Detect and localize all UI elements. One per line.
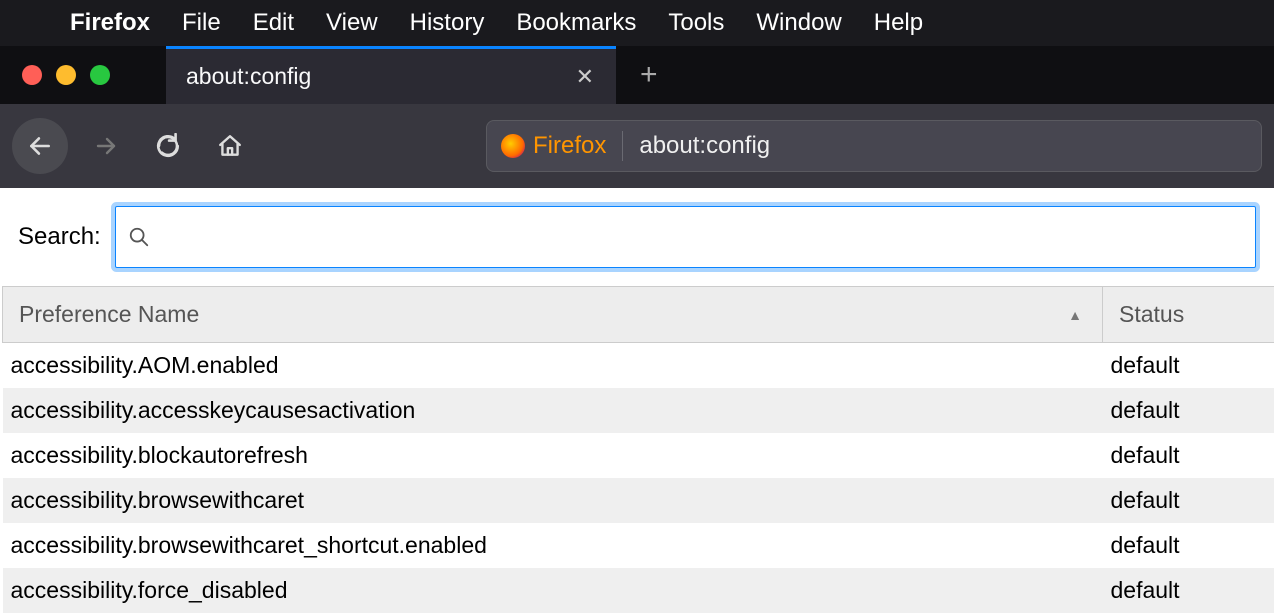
home-button[interactable]	[206, 122, 254, 170]
url-text: about:config	[639, 132, 770, 160]
pref-name-cell: accessibility.browsewithcaret_shortcut.e…	[3, 523, 1103, 568]
search-icon	[128, 226, 150, 248]
menubar-item-view[interactable]: View	[326, 9, 378, 37]
home-icon	[217, 133, 243, 159]
arrow-right-icon	[94, 134, 118, 158]
browser-tab[interactable]: about:config ✕	[166, 46, 616, 104]
search-label: Search:	[18, 223, 101, 251]
table-row[interactable]: accessibility.AOM.enableddefault	[3, 343, 1274, 389]
search-row: Search:	[0, 188, 1274, 286]
menubar-item-tools[interactable]: Tools	[668, 9, 724, 37]
table-row[interactable]: accessibility.browsewithcaretdefault	[3, 478, 1274, 523]
arrow-left-icon	[27, 133, 53, 159]
menubar-item-help[interactable]: Help	[874, 9, 923, 37]
search-input[interactable]	[160, 207, 1243, 267]
preferences-table: Preference Name ▲ Status accessibility.A…	[2, 286, 1274, 613]
identity-label: Firefox	[533, 132, 606, 160]
pref-status-cell: default	[1103, 478, 1274, 523]
about-config-content: Search: Preference Name ▲ Status accessi…	[0, 188, 1274, 613]
pref-status-cell: default	[1103, 523, 1274, 568]
reload-icon	[155, 133, 181, 159]
reload-button[interactable]	[144, 122, 192, 170]
tab-title: about:config	[186, 63, 550, 90]
pref-name-cell: accessibility.browsewithcaret	[3, 478, 1103, 523]
column-header-status[interactable]: Status	[1103, 287, 1274, 343]
pref-status-cell: default	[1103, 433, 1274, 478]
new-tab-button[interactable]: +	[640, 60, 658, 90]
menubar-item-window[interactable]: Window	[756, 9, 841, 37]
search-box[interactable]	[115, 206, 1256, 268]
pref-name-cell: accessibility.blockautorefresh	[3, 433, 1103, 478]
urlbar-separator	[622, 131, 623, 161]
pref-status-cell: default	[1103, 343, 1274, 389]
pref-status-cell: default	[1103, 388, 1274, 433]
back-button[interactable]	[12, 118, 68, 174]
table-row[interactable]: accessibility.blockautorefreshdefault	[3, 433, 1274, 478]
menubar-item-file[interactable]: File	[182, 9, 221, 37]
window-zoom-button[interactable]	[90, 65, 110, 85]
window-minimize-button[interactable]	[56, 65, 76, 85]
identity-box[interactable]: Firefox	[501, 132, 606, 160]
pref-status-cell: default	[1103, 568, 1274, 613]
url-bar[interactable]: Firefox about:config	[486, 120, 1262, 172]
macos-menubar: Firefox File Edit View History Bookmarks…	[0, 0, 1274, 46]
menubar-item-history[interactable]: History	[410, 9, 485, 37]
table-row[interactable]: accessibility.force_disableddefault	[3, 568, 1274, 613]
menubar-item-edit[interactable]: Edit	[253, 9, 294, 37]
pref-name-cell: accessibility.force_disabled	[3, 568, 1103, 613]
table-row[interactable]: accessibility.accesskeycausesactivationd…	[3, 388, 1274, 433]
tab-close-icon[interactable]: ✕	[568, 60, 602, 94]
menubar-item-bookmarks[interactable]: Bookmarks	[516, 9, 636, 37]
nav-toolbar: Firefox about:config	[0, 104, 1274, 188]
pref-name-cell: accessibility.AOM.enabled	[3, 343, 1103, 389]
pref-name-cell: accessibility.accesskeycausesactivation	[3, 388, 1103, 433]
sort-ascending-icon: ▲	[1068, 307, 1082, 323]
forward-button[interactable]	[82, 122, 130, 170]
window-controls	[22, 65, 110, 85]
table-row[interactable]: accessibility.browsewithcaret_shortcut.e…	[3, 523, 1274, 568]
column-header-preference-name[interactable]: Preference Name ▲	[3, 287, 1103, 343]
window-close-button[interactable]	[22, 65, 42, 85]
firefox-icon	[501, 134, 525, 158]
tab-strip: about:config ✕ +	[0, 46, 1274, 104]
menubar-app-name[interactable]: Firefox	[70, 9, 150, 37]
